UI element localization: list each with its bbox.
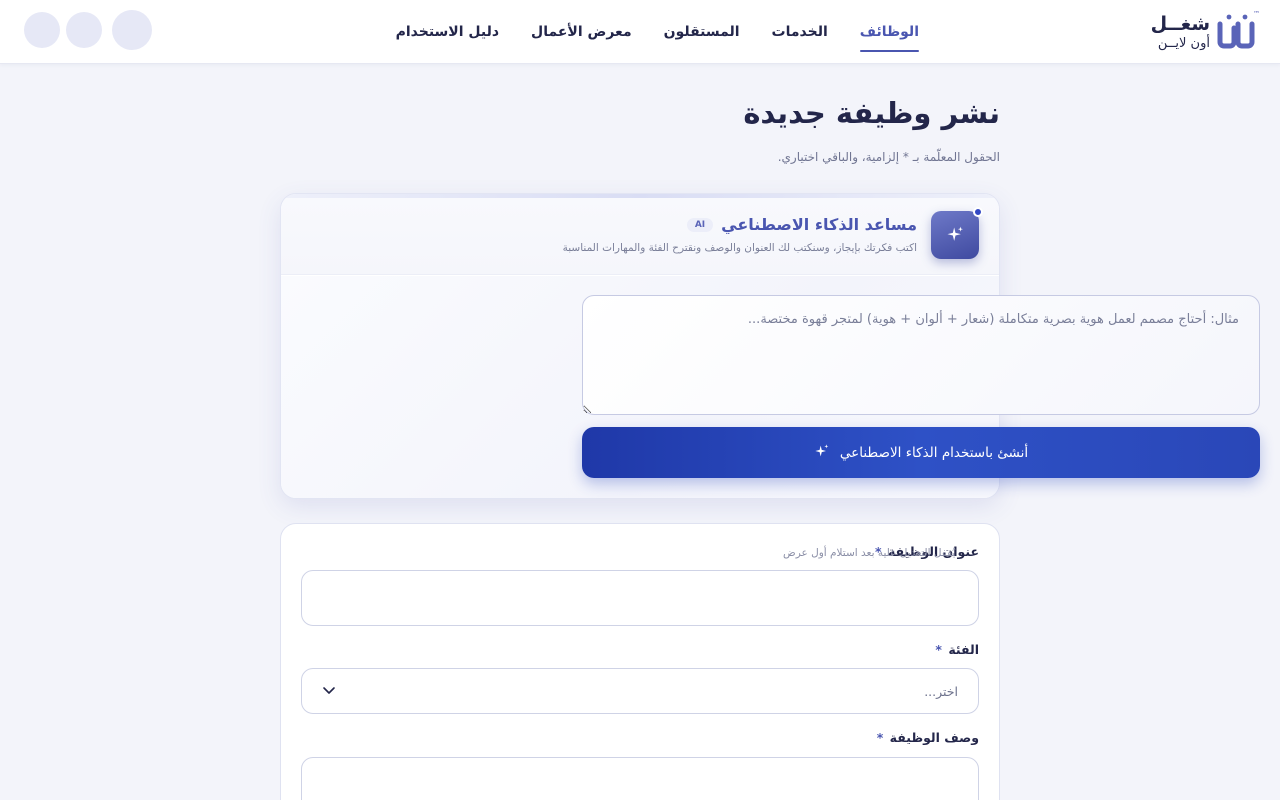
header-action-placeholder[interactable] — [66, 12, 102, 48]
description-label: وصف الوظيفة * — [877, 730, 979, 745]
ai-title-row: مساعد الذكاء الاصطناعي AI — [686, 215, 917, 234]
page-subtitle: الحقول المعلّمة بـ * إلزامية، والباقي اخ… — [777, 150, 1000, 164]
job-title-hint: يُقفل التعديل عليه بعد استلام أول عرض — [783, 547, 956, 559]
logo-trademark: ™ — [1253, 10, 1260, 18]
top-navbar: شغــل أون لايــن ™ الوظائف الخدمات المست… — [0, 0, 1280, 64]
logo-sub-text: أون لايــن — [1157, 35, 1210, 51]
site-logo[interactable]: شغــل أون لايــن ™ — [1144, 10, 1260, 54]
header-actions — [24, 10, 152, 50]
nav-item-jobs[interactable]: الوظائف — [859, 0, 920, 64]
logo-main-text: شغــل — [1150, 12, 1210, 35]
chevron-down-icon — [322, 682, 336, 701]
nav-item-portfolio[interactable]: معرض الأعمال — [531, 0, 632, 64]
category-select-value: اختر... — [924, 683, 958, 699]
job-form-card: عنوان الوظيفة * يُقفل التعديل عليه بعد ا… — [280, 523, 1000, 800]
description-label-text: وصف الوظيفة — [889, 730, 979, 745]
nav-item-services[interactable]: الخدمات — [772, 0, 828, 64]
ai-assistant-title: مساعد الذكاء الاصطناعي — [721, 215, 917, 234]
sparkle-icon — [931, 211, 979, 259]
user-avatar-placeholder[interactable] — [112, 10, 152, 50]
ai-generate-button[interactable]: أنشئ باستخدام الذكاء الاصطناعي — [582, 427, 1260, 478]
required-mark: * — [935, 642, 942, 657]
logo-mark-icon — [1216, 12, 1256, 52]
job-title-input[interactable] — [301, 570, 979, 626]
page-title: نشر وظيفة جديدة — [743, 96, 1000, 130]
sparkle-icon — [814, 443, 830, 463]
nav-item-freelancers[interactable]: المستقلون — [664, 0, 740, 64]
ai-badge: AI — [686, 217, 714, 232]
job-description-input[interactable] — [301, 757, 979, 800]
header-action-placeholder[interactable] — [24, 12, 60, 48]
main-nav: الوظائف الخدمات المستقلون معرض الأعمال د… — [396, 0, 920, 64]
ai-prompt-input[interactable] — [582, 295, 1260, 415]
ai-assistant-description: اكتب فكرتك بإيجاز، وسنكتب لك العنوان وال… — [562, 242, 917, 254]
ai-generate-label: أنشئ باستخدام الذكاء الاصطناعي — [839, 444, 1029, 461]
category-label: الفئة * — [935, 642, 979, 657]
category-select[interactable]: اختر... — [301, 668, 979, 714]
required-mark: * — [876, 730, 884, 745]
ai-status-dot — [973, 207, 983, 217]
ai-assistant-header: مساعد الذكاء الاصطناعي AI اكتب فكرتك بإي… — [281, 198, 999, 275]
category-label-text: الفئة — [948, 642, 979, 657]
nav-item-user-guide[interactable]: دليل الاستخدام — [396, 0, 499, 64]
logo-text: شغــل أون لايــن — [1150, 12, 1210, 51]
